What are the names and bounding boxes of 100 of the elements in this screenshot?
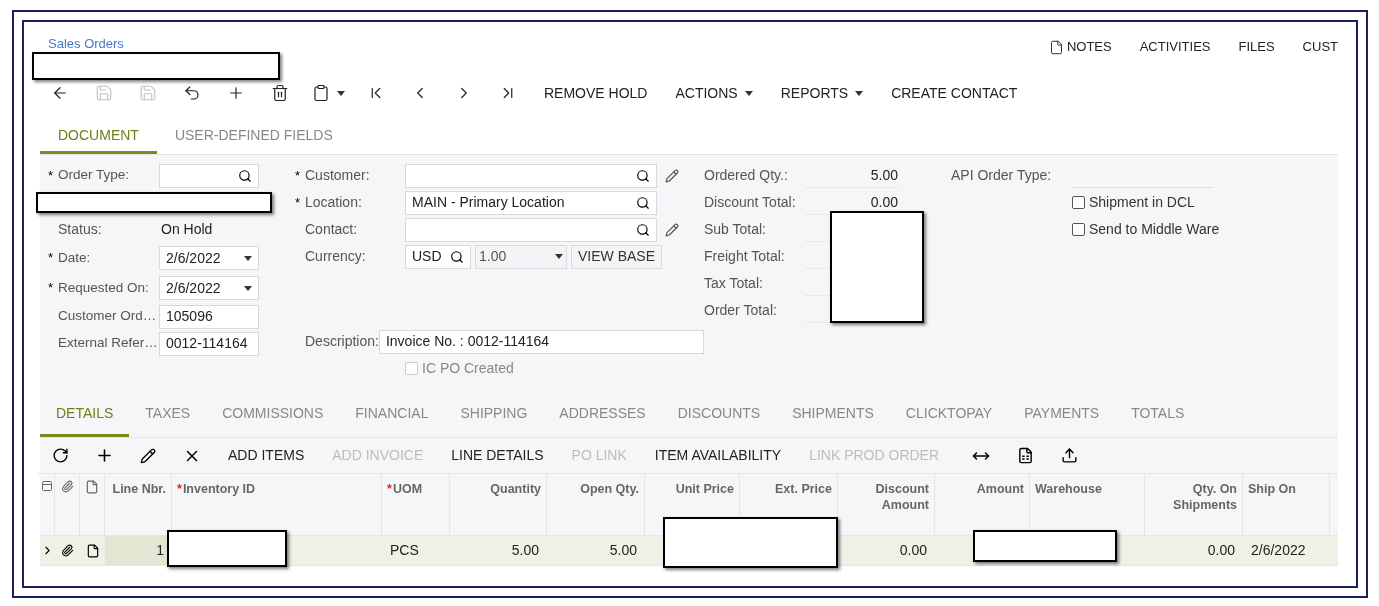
toolbar-button[interactable]: REPORTS bbox=[766, 80, 878, 106]
edit-icon[interactable] bbox=[665, 168, 679, 183]
required-mark: * bbox=[48, 250, 54, 266]
column-header[interactable]: Unit Price bbox=[675, 481, 734, 497]
form-tab[interactable]: USER-DEFINED FIELDS bbox=[156, 120, 351, 154]
description-field[interactable]: Invoice No. : 0012-114164 bbox=[378, 329, 704, 354]
total-label: Tax Total: bbox=[704, 274, 764, 293]
lookup-field[interactable] bbox=[405, 217, 657, 242]
column-header[interactable]: Ship On bbox=[1248, 481, 1296, 497]
grid-tab[interactable]: COMMISSIONS bbox=[206, 401, 340, 437]
note-icon bbox=[85, 480, 99, 494]
field-label: Order Type: bbox=[58, 166, 131, 185]
column-header[interactable]: Warehouse bbox=[1035, 481, 1102, 497]
required-mark: * bbox=[295, 167, 301, 183]
field-label: Customer: bbox=[305, 166, 371, 185]
column-header[interactable]: *Inventory ID bbox=[177, 481, 256, 497]
spreadsheet-icon bbox=[1016, 447, 1034, 464]
field-label: API Order Type: bbox=[951, 166, 1053, 185]
search-icon bbox=[636, 222, 650, 237]
checkbox-label: Shipment in DCL bbox=[1089, 193, 1195, 212]
caret-icon bbox=[244, 255, 252, 261]
save-icon bbox=[139, 84, 157, 102]
toolbar-button[interactable]: ACTIONS bbox=[661, 80, 767, 106]
toolbar-button[interactable]: CREATE CONTACT bbox=[877, 80, 1032, 106]
field-label: Description: bbox=[305, 332, 379, 351]
table-cell-text: 5.00 bbox=[609, 541, 637, 560]
row-settings-icon[interactable] bbox=[41, 480, 53, 492]
caret-icon bbox=[244, 285, 252, 291]
checkbox-label: IC PO Created bbox=[422, 359, 514, 378]
column-header[interactable]: Quantity bbox=[490, 481, 541, 497]
currency-field[interactable]: USD bbox=[405, 244, 471, 269]
grid-toolbar-button[interactable]: ADD ITEMS bbox=[214, 441, 319, 470]
pencil-icon bbox=[140, 447, 156, 464]
field-label: Requested On: bbox=[58, 278, 150, 297]
field-label: Contact: bbox=[305, 220, 359, 239]
grid-tab[interactable]: SHIPMENTS bbox=[776, 401, 890, 437]
grid-tab[interactable]: PAYMENTS bbox=[1008, 401, 1116, 437]
input-field[interactable]: 0012-114164 bbox=[159, 331, 259, 356]
grid-tab[interactable]: DETAILS bbox=[40, 401, 130, 437]
table-cell-text: 1 bbox=[156, 541, 164, 560]
date-dropdown[interactable]: 2/6/2022 bbox=[159, 246, 259, 270]
total-label: Sub Total: bbox=[704, 220, 767, 239]
input-field[interactable]: 105096 bbox=[159, 304, 259, 329]
grid-toolbar-button[interactable]: LINE DETAILS bbox=[437, 441, 558, 470]
field-label: Customer Ord… bbox=[58, 307, 158, 326]
top-link[interactable]: CUST bbox=[1302, 39, 1338, 55]
grid-tab[interactable]: DISCOUNTS bbox=[661, 401, 777, 437]
undo-icon bbox=[183, 84, 201, 102]
column-header[interactable]: Ext. Price bbox=[775, 481, 832, 497]
field-label: Currency: bbox=[305, 247, 367, 266]
column-header[interactable]: Amount bbox=[976, 481, 1024, 497]
grid-tab[interactable]: SHIPPING bbox=[444, 401, 544, 437]
caret-icon bbox=[555, 254, 563, 259]
checkbox-label: Send to Middle Ware bbox=[1089, 220, 1220, 239]
grid-tab[interactable]: CLICKTOPAY bbox=[889, 401, 1009, 437]
rate-dropdown[interactable]: 1.00 bbox=[475, 244, 567, 269]
checkbox[interactable] bbox=[1072, 196, 1085, 209]
column-header[interactable]: Open Qty. bbox=[580, 481, 639, 497]
field-label: Date: bbox=[58, 248, 92, 267]
table-cell-text: 0.00 bbox=[1207, 541, 1235, 560]
field-label: Location: bbox=[305, 193, 363, 212]
top-link[interactable]: ACTIVITIES bbox=[1139, 39, 1211, 55]
note-icon[interactable] bbox=[85, 543, 100, 558]
caret-icon bbox=[744, 90, 753, 96]
column-header[interactable]: *UOM bbox=[387, 481, 423, 497]
paperclip-icon[interactable] bbox=[61, 544, 74, 557]
table-cell-text: 0.00 bbox=[899, 541, 927, 560]
search-icon bbox=[636, 168, 650, 183]
column-header[interactable]: Discount Amount bbox=[843, 481, 929, 513]
table-cell-text: PCS bbox=[390, 541, 419, 560]
required-mark: * bbox=[48, 167, 54, 183]
upload-icon bbox=[1060, 447, 1078, 464]
trash-icon bbox=[271, 84, 289, 102]
status-value: On Hold bbox=[160, 220, 213, 239]
view-base-button[interactable]: VIEW BASE bbox=[571, 244, 663, 269]
edit-icon[interactable] bbox=[665, 222, 679, 237]
field-label: External Refer… bbox=[58, 334, 159, 353]
grid-tab[interactable]: TAXES bbox=[129, 401, 207, 437]
caret-icon bbox=[855, 90, 864, 96]
date-dropdown[interactable]: 2/6/2022 bbox=[159, 276, 259, 300]
table-cell-text: 5.00 bbox=[511, 541, 539, 560]
lookup-field[interactable]: MAIN - Primary Location bbox=[405, 190, 657, 215]
breadcrumb-link[interactable]: Sales Orders bbox=[48, 36, 280, 52]
grid-toolbar-button[interactable]: ITEM AVAILABILITY bbox=[640, 441, 796, 470]
toolbar-button[interactable]: REMOVE HOLD bbox=[530, 80, 662, 106]
top-link[interactable]: FILES bbox=[1238, 39, 1275, 55]
column-header[interactable]: Qty. On Shipments bbox=[1150, 481, 1237, 513]
grid-tab[interactable]: ADDRESSES bbox=[543, 401, 662, 437]
field-label: Status: bbox=[58, 220, 103, 239]
total-label: Ordered Qty.: bbox=[704, 166, 789, 185]
grid-tab[interactable]: FINANCIAL bbox=[339, 401, 445, 437]
lookup-field[interactable] bbox=[405, 163, 657, 188]
column-header[interactable]: Line Nbr. bbox=[112, 481, 166, 497]
grid-tab[interactable]: TOTALS bbox=[1115, 401, 1201, 437]
checkbox[interactable] bbox=[1072, 223, 1085, 236]
lookup-field[interactable] bbox=[159, 163, 259, 188]
clipboard-icon bbox=[311, 84, 330, 102]
required-mark: * bbox=[295, 194, 301, 210]
caret-icon bbox=[336, 90, 345, 96]
top-link[interactable]: NOTES bbox=[1048, 39, 1112, 55]
